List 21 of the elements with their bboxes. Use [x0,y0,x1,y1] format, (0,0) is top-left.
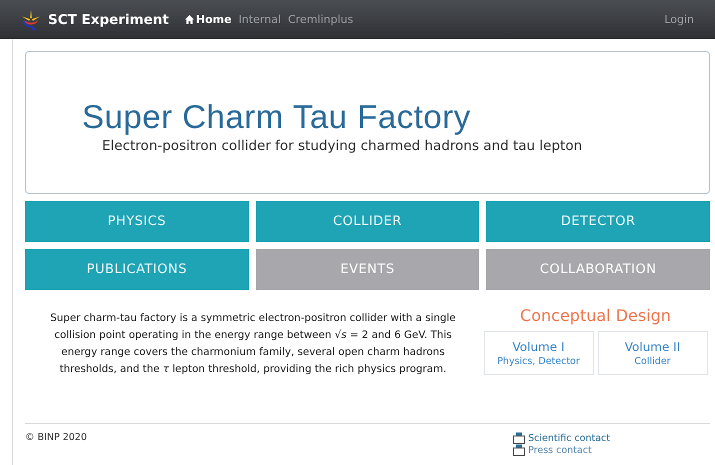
volume-link[interactable]: Volume I Physics, Detector [484,331,594,375]
hero-title: Super Charm Tau Factory [82,98,472,136]
contact-link[interactable]: Press contact [528,444,592,456]
contact-link[interactable]: Scientific contact [528,432,610,444]
volume-link[interactable]: Volume II Collider [598,331,708,375]
description-text: Super charm-tau factory is a symmetric electron-positron collider with a single collision point operating in the energy range between √s = 2 and 6 GeV. This energy range covers the charmonium family, several open charm hadrons thresholds, and the τ lepton threshold, providing the rich physics program. [49,311,457,377]
brand-link[interactable]: SCT Experiment [48,12,169,28]
printer-icon [513,432,526,444]
printer-icon [513,444,526,456]
conceptual-design-title: Conceptual Design [520,306,671,325]
nav-link[interactable]: Internal [238,13,281,26]
hero-subtitle: Electron-positron collider for studying charmed hadrons and tau lepton [102,138,584,154]
copyright-text: © BINP 2020 [25,432,87,445]
section-tile[interactable]: DETECTOR [486,201,710,242]
login-link[interactable]: Login [664,13,694,26]
home-icon [184,15,194,24]
section-tile[interactable]: COLLIDER [256,201,480,242]
section-tile[interactable]: PUBLICATIONS [25,249,249,290]
nav-link[interactable]: Home [184,13,232,26]
section-tile[interactable]: PHYSICS [25,201,249,242]
nav-link[interactable]: Cremlinplus [288,13,354,26]
